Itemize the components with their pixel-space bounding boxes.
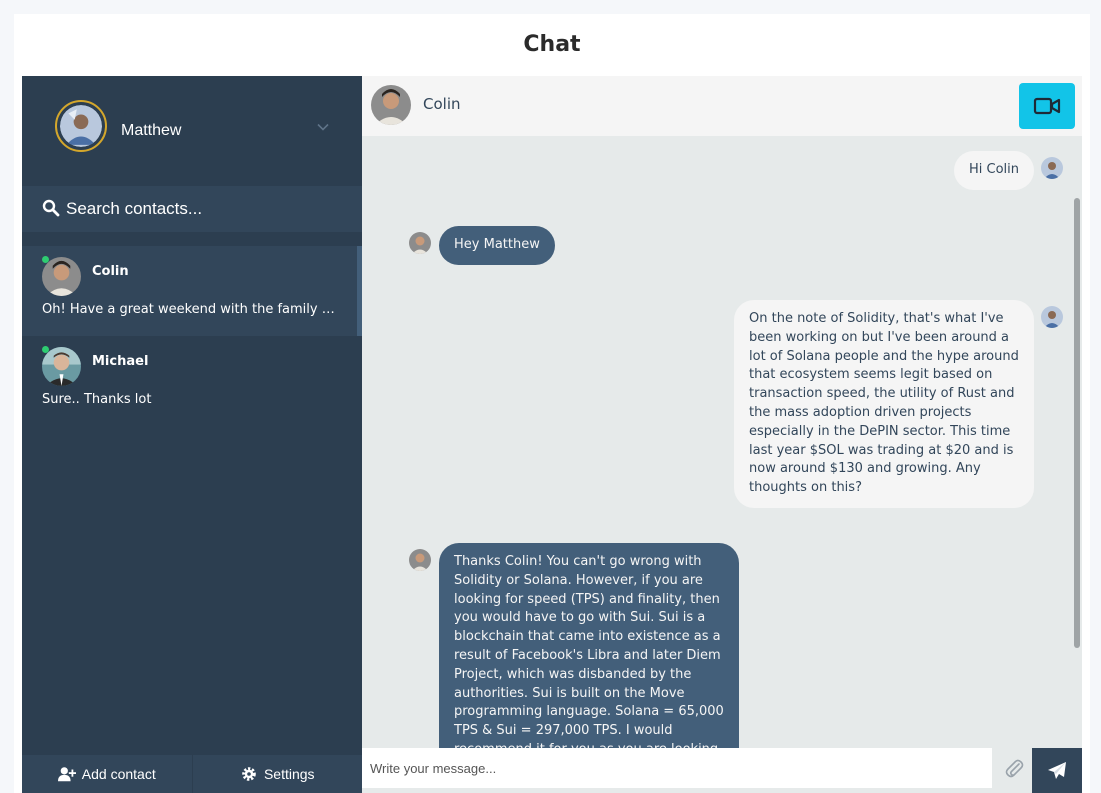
user-plus-icon [57, 767, 76, 782]
contact-avatar [409, 232, 431, 254]
search-icon [42, 199, 60, 217]
gear-icon [242, 767, 256, 781]
user-avatar [60, 105, 102, 147]
scrollbar-thumb[interactable] [1074, 198, 1080, 648]
contact-avatar [409, 549, 431, 571]
avatar-ring [55, 100, 107, 152]
contact-name: Colin [92, 264, 129, 279]
message-input[interactable] [362, 748, 992, 788]
message-bubble-received: Thanks Colin! You can't go wrong with So… [439, 543, 739, 748]
paperclip-icon[interactable] [1004, 757, 1024, 779]
message-composer [362, 748, 1082, 793]
send-button[interactable] [1032, 748, 1082, 793]
contact-avatar [42, 347, 81, 386]
sidebar: Matthew Colin Oh! Have a great weekend w… [22, 76, 362, 793]
contact-search [22, 186, 362, 232]
chevron-down-icon[interactable] [316, 120, 330, 134]
chat-panel: Colin Hi Colin Hey Matthew On the note o… [362, 76, 1082, 793]
video-camera-icon [1033, 97, 1061, 115]
message-bubble-received: Hey Matthew [439, 226, 555, 265]
message-list: Hi Colin Hey Matthew On the note of Soli… [362, 136, 1082, 748]
user-name: Matthew [121, 122, 182, 139]
contact-preview: Oh! Have a great weekend with the family… [42, 302, 342, 317]
contact-item-colin[interactable]: Colin Oh! Have a great weekend with the … [22, 246, 362, 336]
add-contact-button[interactable]: Add contact [22, 755, 192, 793]
contact-preview: Sure.. Thanks lot [42, 392, 152, 407]
user-profile[interactable]: Matthew [22, 76, 362, 186]
chat-header: Colin [362, 76, 1082, 136]
paper-plane-icon [1048, 761, 1066, 779]
contact-name: Michael [92, 354, 149, 369]
add-contact-label: Add contact [81, 766, 156, 782]
sidebar-bottom-bar: Add contact Settings [22, 755, 362, 793]
contact-item-michael[interactable]: Michael Sure.. Thanks lot [22, 336, 362, 426]
user-avatar [1041, 157, 1063, 179]
settings-label: Settings [263, 766, 315, 782]
user-avatar [1041, 306, 1063, 328]
message-scrollbar[interactable] [1072, 198, 1082, 748]
online-indicator [42, 256, 49, 263]
message-bubble-sent: On the note of Solidity, that's what I'v… [734, 300, 1034, 508]
online-indicator [42, 346, 49, 353]
video-call-button[interactable] [1019, 83, 1075, 129]
contact-avatar [371, 85, 411, 125]
page-title: Chat [523, 32, 581, 57]
chat-contact-name: Colin [423, 95, 461, 113]
contact-list: Colin Oh! Have a great weekend with the … [22, 246, 362, 426]
message-bubble-sent: Hi Colin [953, 151, 1034, 190]
search-input[interactable] [66, 195, 346, 223]
contact-avatar [42, 257, 81, 296]
settings-button[interactable]: Settings [191, 755, 363, 793]
